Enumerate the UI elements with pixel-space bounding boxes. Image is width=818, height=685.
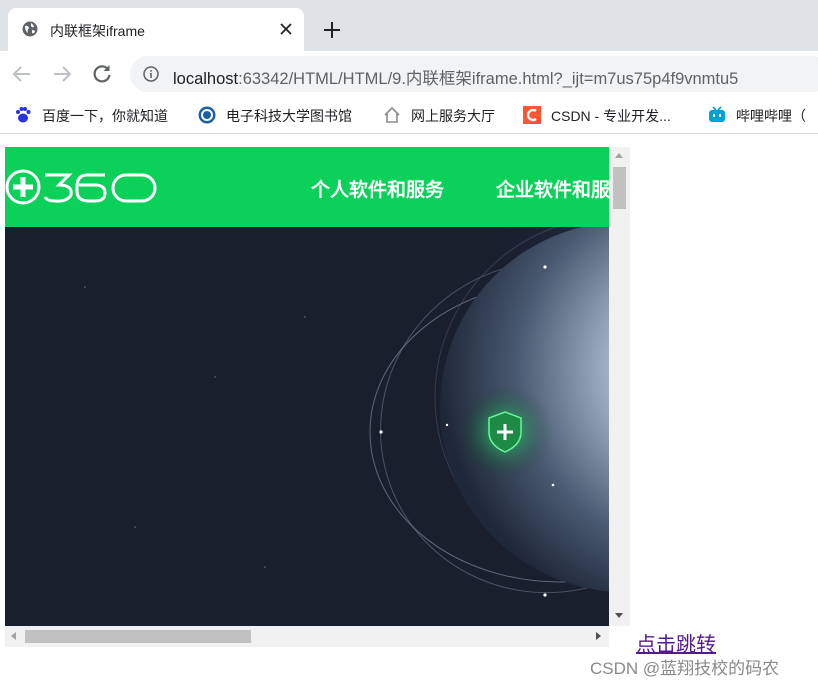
scroll-left-arrow-icon[interactable]: [11, 632, 16, 640]
nav-personal-software[interactable]: 个人软件和服务: [311, 175, 444, 202]
horizontal-scroll-thumb[interactable]: [25, 630, 251, 643]
info-icon[interactable]: [143, 66, 159, 82]
scrollbar-corner: [609, 626, 630, 647]
browser-toolbar: localhost:63342/HTML/HTML/9.内联框架iframe.h…: [0, 51, 818, 97]
bookmark-baidu[interactable]: 百度一下，你就知道: [14, 104, 184, 126]
tab-strip: 内联框架iframe: [0, 0, 818, 51]
watermark: CSDN @蓝翔技校的码农: [590, 659, 780, 678]
scroll-right-arrow-icon[interactable]: [596, 632, 601, 640]
url-text[interactable]: localhost:63342/HTML/HTML/9.内联框架iframe.h…: [173, 65, 738, 89]
address-bar[interactable]: localhost:63342/HTML/HTML/9.内联框架iframe.h…: [130, 56, 818, 92]
baidu-paw-icon: [16, 107, 31, 123]
logo-360[interactable]: [5, 169, 157, 205]
bookmark-label: 网上服务大厅: [411, 108, 495, 124]
site-header: 个人软件和服务 企业软件和服务: [5, 147, 609, 227]
hero-banner: [5, 227, 609, 626]
scroll-down-arrow-icon[interactable]: [615, 613, 623, 618]
bookmark-service-hall[interactable]: 网上服务大厅: [383, 104, 508, 126]
bookmark-library[interactable]: 电子科技大学图书馆: [198, 104, 368, 126]
bookmark-label: CSDN - 专业开发...: [551, 108, 671, 124]
scroll-up-arrow-icon[interactable]: [615, 153, 623, 158]
url-path: :63342/HTML/HTML/9.内联框架iframe.html?_ijt=…: [238, 70, 739, 88]
globe-icon: [22, 21, 38, 37]
csdn-icon: [523, 106, 541, 124]
university-seal-icon: [198, 106, 216, 124]
reload-icon[interactable]: [90, 62, 114, 86]
iframe-horizontal-scrollbar[interactable]: [5, 626, 609, 647]
bookmark-csdn[interactable]: CSDN - 专业开发...: [523, 104, 693, 126]
url-host: localhost: [173, 70, 239, 88]
vertical-scroll-thumb[interactable]: [613, 167, 626, 209]
house-icon: [384, 106, 400, 123]
jump-link[interactable]: 点击跳转: [636, 628, 716, 657]
bookmark-label: 哔哩哔哩（: [736, 108, 806, 124]
browser-tab[interactable]: 内联框架iframe: [8, 8, 304, 51]
arrow-right-icon[interactable]: [50, 62, 74, 86]
bookmark-label: 百度一下，你就知道: [42, 108, 168, 124]
arrow-left-icon[interactable]: [10, 62, 34, 86]
plus-icon[interactable]: [322, 20, 342, 40]
iframe-viewport[interactable]: 个人软件和服务 企业软件和服务: [5, 147, 609, 626]
iframe-360[interactable]: 个人软件和服务 企业软件和服务: [5, 147, 630, 647]
close-icon[interactable]: [278, 21, 294, 37]
nav-enterprise-software[interactable]: 企业软件和服务: [496, 175, 609, 202]
iframe-vertical-scrollbar[interactable]: [609, 147, 630, 626]
bookmark-bilibili[interactable]: 哔哩哔哩（: [708, 104, 818, 126]
bookmarks-bar: 百度一下，你就知道 电子科技大学图书馆 网上服务大厅 CSDN - 专业开发..…: [0, 97, 818, 134]
tab-title: 内联框架iframe: [50, 23, 145, 39]
bilibili-tv-icon: [709, 106, 725, 122]
page-content: 个人软件和服务 企业软件和服务: [0, 134, 818, 685]
bookmark-label: 电子科技大学图书馆: [226, 108, 352, 124]
